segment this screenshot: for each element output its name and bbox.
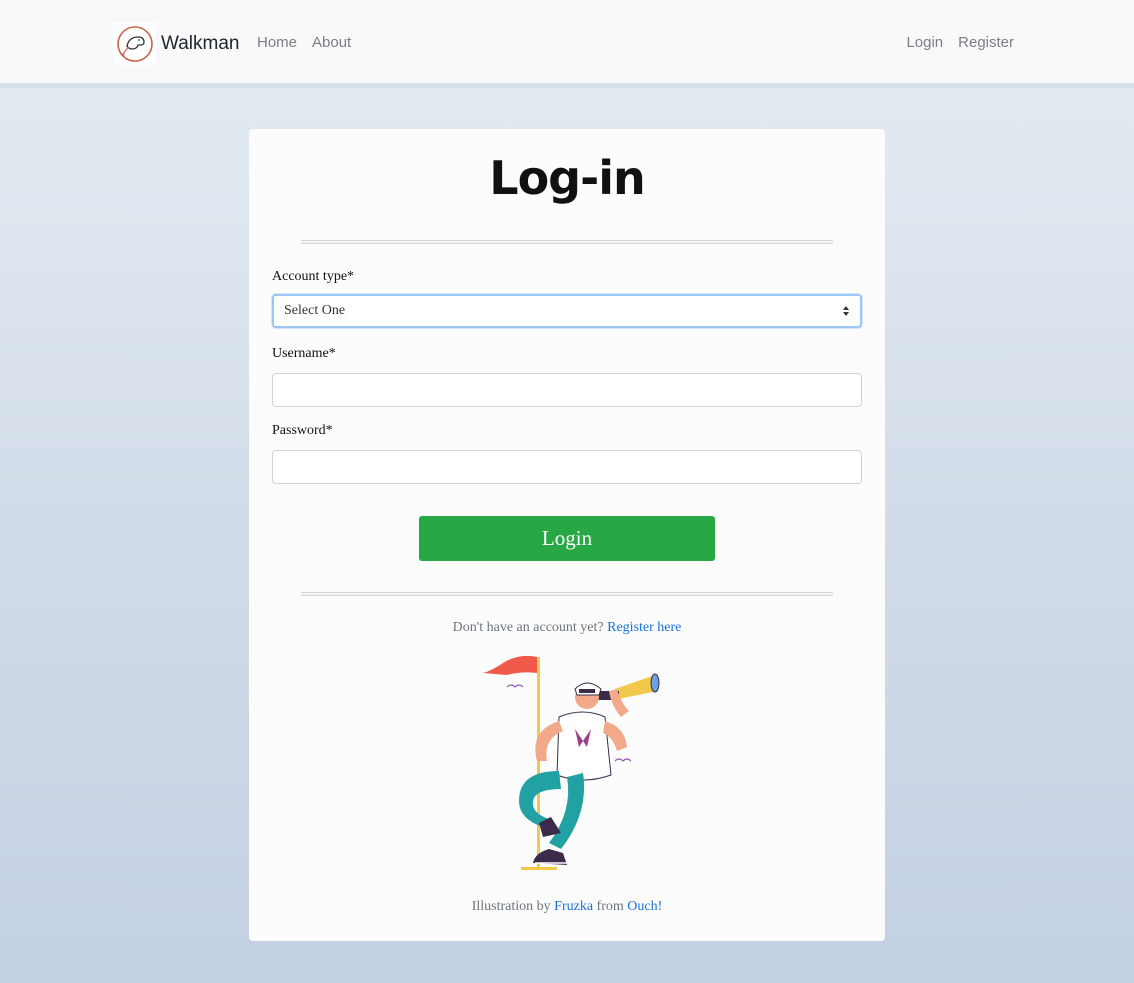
password-input[interactable] [272,450,862,484]
credit-mid: from [596,899,624,914]
login-card: Log-in Account type* Select One Username… [249,129,885,941]
bottom-divider [301,592,833,596]
nav-left-group: Home About [257,34,351,51]
nav-right-group: Login Register [906,34,1014,51]
illustration-credit: Illustration by Fruzka from Ouch! [249,899,885,915]
password-label: Password* [272,423,333,438]
credit-source-link[interactable]: Ouch! [627,899,662,914]
sailor-illustration [479,651,669,879]
credit-author-link[interactable]: Fruzka [554,899,593,914]
account-type-label: Account type* [272,269,355,284]
account-type-value: Select One [284,303,346,318]
login-submit-button[interactable]: Login [419,516,715,561]
account-type-select[interactable]: Select One [272,294,862,328]
register-prompt-line: Don't have an account yet? Register here [249,620,885,636]
top-divider [301,240,833,244]
username-label: Username* [272,346,336,361]
nav-register-link[interactable]: Register [958,34,1014,51]
nav-login-link[interactable]: Login [906,34,943,51]
credit-prefix: Illustration by [471,899,551,914]
dog-logo-icon [113,22,156,65]
nav-home-link[interactable]: Home [257,34,297,51]
page-title: Log-in [489,151,645,205]
register-here-link[interactable]: Register here [607,620,681,635]
username-input[interactable] [272,373,862,407]
top-navbar: Walkman Home About Login Register [0,0,1134,88]
nav-about-link[interactable]: About [312,34,351,51]
brand-link[interactable]: Walkman [113,22,239,65]
brand-name: Walkman [161,32,240,54]
register-prompt-text: Don't have an account yet? [452,620,604,635]
select-caret-icon [842,305,850,317]
